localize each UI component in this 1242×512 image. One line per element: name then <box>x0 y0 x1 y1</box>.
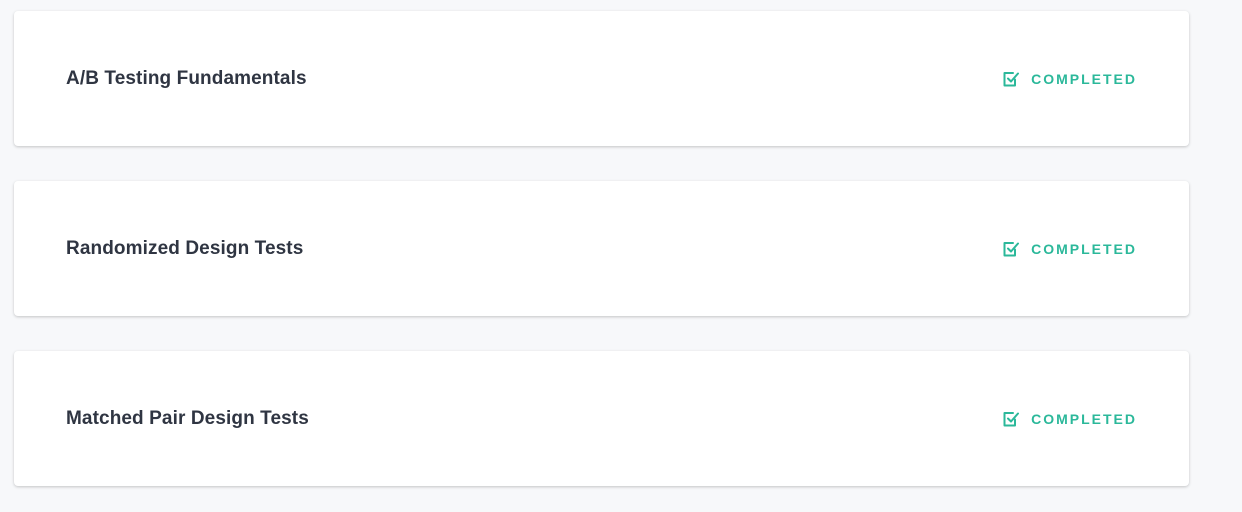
module-title: A/B Testing Fundamentals <box>66 67 307 89</box>
status-label: COMPLETED <box>1031 240 1137 257</box>
module-card[interactable]: Randomized Design Tests COMPLETED <box>14 181 1189 316</box>
module-title: Randomized Design Tests <box>66 237 304 259</box>
status-completed: COMPLETED <box>1002 240 1137 258</box>
checkbox-checked-icon <box>1002 70 1020 88</box>
module-card[interactable]: Matched Pair Design Tests COMPLETED <box>14 351 1189 486</box>
status-completed: COMPLETED <box>1002 70 1137 88</box>
status-completed: COMPLETED <box>1002 410 1137 428</box>
module-title: Matched Pair Design Tests <box>66 407 309 429</box>
module-list: A/B Testing Fundamentals COMPLETED Rando… <box>0 0 1242 512</box>
checkbox-checked-icon <box>1002 240 1020 258</box>
status-label: COMPLETED <box>1031 70 1137 87</box>
module-card[interactable]: A/B Testing Fundamentals COMPLETED <box>14 11 1189 146</box>
checkbox-checked-icon <box>1002 410 1020 428</box>
status-label: COMPLETED <box>1031 410 1137 427</box>
